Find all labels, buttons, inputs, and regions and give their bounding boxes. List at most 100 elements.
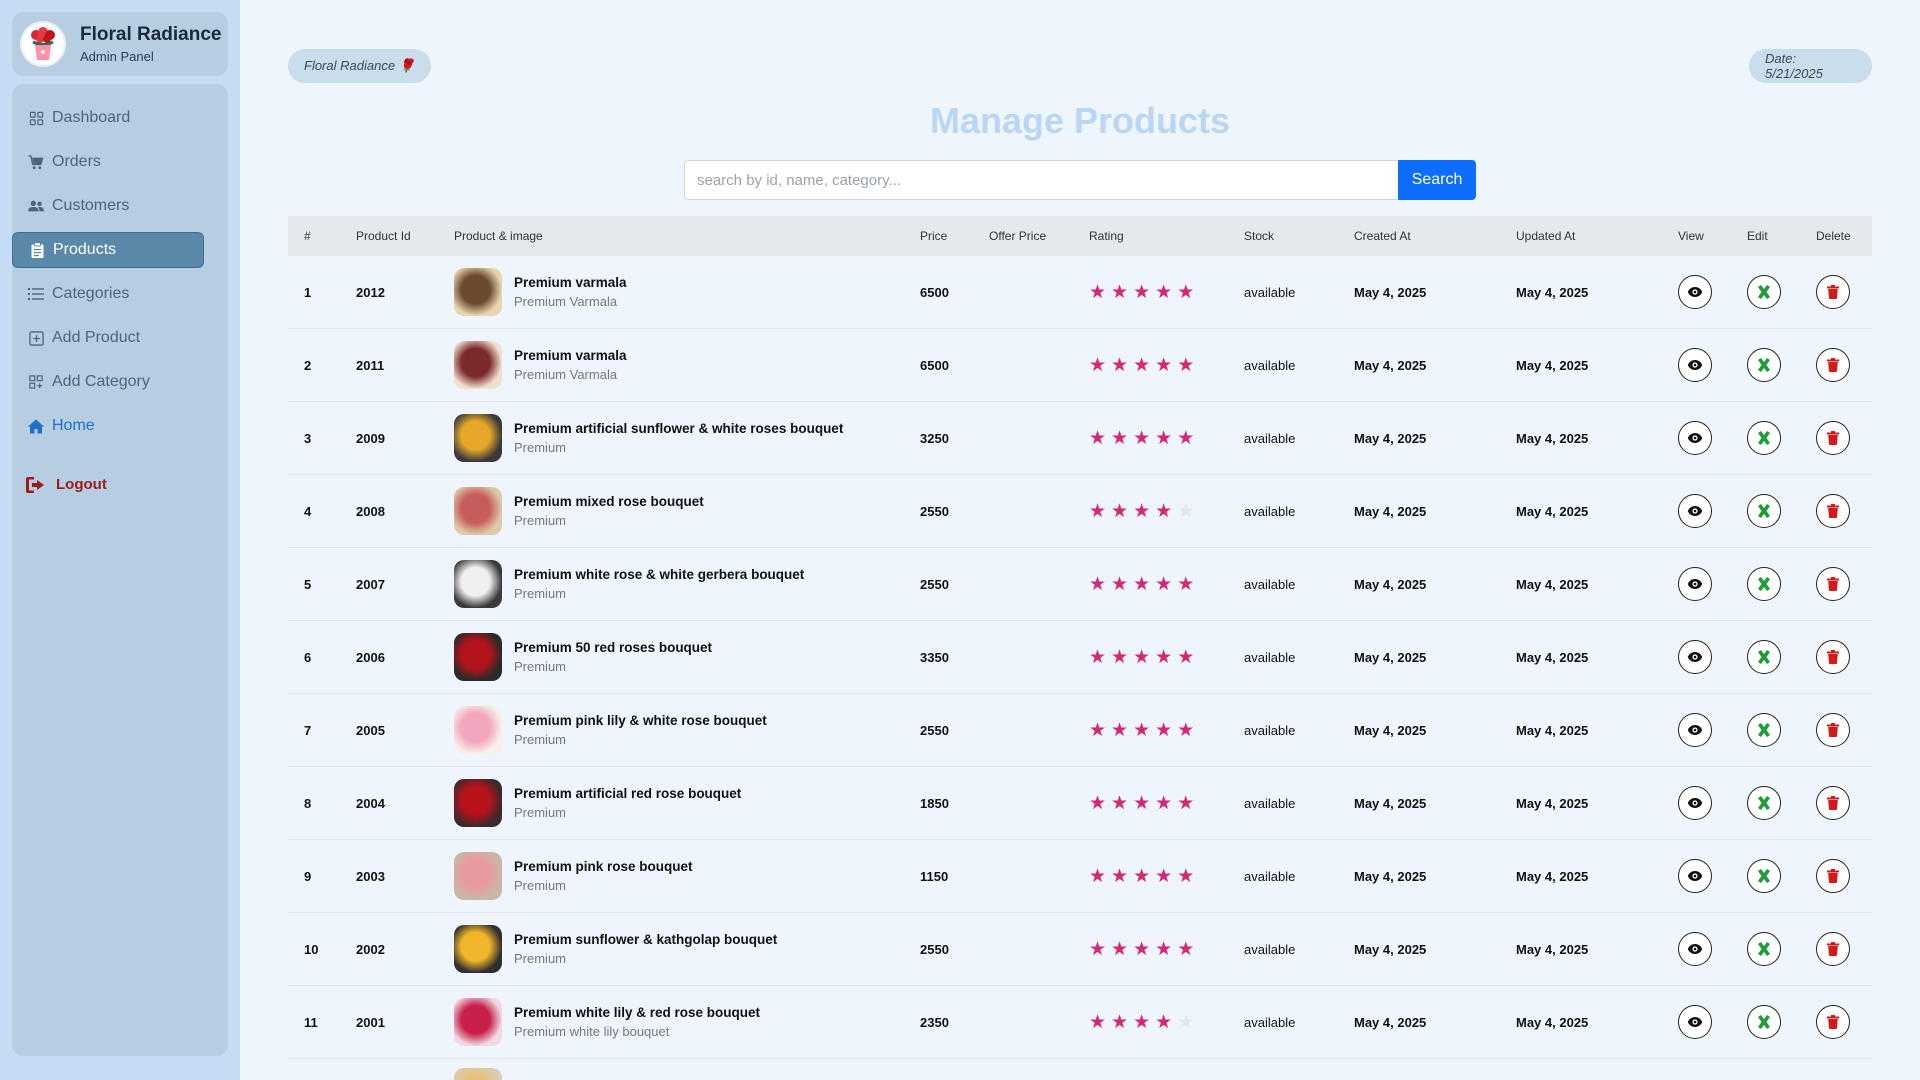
edit-button[interactable] — [1747, 421, 1781, 455]
edit-button[interactable] — [1747, 713, 1781, 747]
edit-icon — [1758, 577, 1770, 591]
view-button[interactable] — [1678, 494, 1712, 528]
star-icon: ★ — [1177, 354, 1195, 376]
nav-panel — [12, 84, 228, 1056]
sidebar-item-products[interactable]: Products — [12, 232, 204, 268]
product-price: 2350 — [920, 1014, 949, 1030]
star-icon: ★ — [1111, 938, 1129, 960]
view-button[interactable] — [1678, 348, 1712, 382]
product-category: Premium Varmala — [514, 367, 618, 382]
product-cell: Premium white lily & red rose bouquet Pre… — [454, 998, 920, 1046]
sidebar-item-home[interactable]: Home — [12, 408, 204, 444]
created-at: May 4, 2025 — [1354, 576, 1427, 592]
page-title: Manage Products — [929, 100, 1231, 141]
view-button[interactable] — [1678, 640, 1712, 674]
delete-button[interactable] — [1816, 713, 1850, 747]
row-number: 1 — [304, 284, 312, 300]
star-icon: ★ — [1111, 646, 1129, 668]
view-button[interactable] — [1678, 786, 1712, 820]
edit-button[interactable] — [1747, 1005, 1781, 1039]
sidebar-item-categories[interactable]: Categories — [12, 276, 204, 312]
edit-button[interactable] — [1747, 494, 1781, 528]
row-number: 10 — [304, 941, 319, 957]
sidebar-item-customers[interactable]: Customers — [12, 188, 204, 224]
delete-button[interactable] — [1816, 640, 1850, 674]
list-icon — [28, 286, 44, 302]
star-icon: ★ — [1155, 646, 1173, 668]
rating: ★ ★ ★ ★ ★ — [1089, 940, 1244, 959]
brand-pill: Floral Radiance 🌹 — [288, 49, 431, 83]
star-icon: ★ — [1133, 500, 1151, 522]
table-row: 9 2003 Premium pink rose bouquet Premium 115… — [288, 840, 1872, 913]
edit-button[interactable] — [1747, 348, 1781, 382]
delete-button[interactable] — [1816, 567, 1850, 601]
delete-button[interactable] — [1816, 494, 1850, 528]
edit-button[interactable] — [1747, 640, 1781, 674]
product-id: 2002 — [356, 941, 385, 957]
product-id: 2011 — [356, 357, 385, 373]
created-at: May 4, 2025 — [1354, 503, 1427, 519]
eye-icon — [1687, 287, 1703, 297]
view-button[interactable] — [1678, 859, 1712, 893]
sidebar-item-add-category[interactable]: Add Category — [12, 364, 204, 400]
edit-button[interactable] — [1747, 932, 1781, 966]
edit-icon — [1758, 358, 1770, 372]
sidebar-item-add-product[interactable]: Add Product — [12, 320, 204, 356]
table-row: 6 2006 Premium 50 red roses bouquet Premium… — [288, 621, 1872, 694]
delete-button[interactable] — [1816, 1005, 1850, 1039]
column-header: # — [304, 229, 311, 243]
stock-status: available — [1244, 284, 1296, 300]
edit-icon — [1758, 942, 1770, 956]
star-icon: ★ — [1155, 938, 1173, 960]
product-image — [454, 268, 502, 316]
rating: ★ ★ ★ ★ ★ — [1089, 1013, 1244, 1032]
view-button[interactable] — [1678, 275, 1712, 309]
delete-button[interactable] — [1816, 348, 1850, 382]
rating: ★ ★ ★ ★ ★ — [1089, 867, 1244, 886]
product-id: 2001 — [356, 1014, 385, 1030]
view-button[interactable] — [1678, 1005, 1712, 1039]
view-button[interactable] — [1678, 932, 1712, 966]
updated-at: May 4, 2025 — [1516, 284, 1589, 300]
star-icon: ★ — [1133, 1011, 1151, 1033]
view-button[interactable] — [1678, 421, 1712, 455]
edit-button[interactable] — [1747, 567, 1781, 601]
edit-button[interactable] — [1747, 275, 1781, 309]
sidebar-item-label: Categories — [52, 285, 130, 302]
search-input[interactable] — [684, 160, 1398, 200]
edit-icon — [1758, 650, 1770, 664]
sidebar-item-label: Products — [53, 241, 117, 258]
eye-icon — [1687, 433, 1703, 443]
sidebar-item-label: Orders — [52, 153, 101, 170]
delete-button[interactable] — [1816, 421, 1850, 455]
search-bar: Search — [684, 160, 1476, 200]
product-image — [454, 633, 502, 681]
logout-button[interactable]: Logout — [26, 476, 107, 493]
sidebar-item-orders[interactable]: Orders — [12, 144, 204, 180]
delete-button[interactable] — [1816, 786, 1850, 820]
star-icon: ★ — [1155, 500, 1173, 522]
product-price: 1850 — [920, 795, 949, 811]
product-cell: Premium varmala Premium Varmala — [454, 268, 920, 316]
updated-at: May 4, 2025 — [1516, 941, 1589, 957]
delete-button[interactable] — [1816, 859, 1850, 893]
delete-button[interactable] — [1816, 275, 1850, 309]
star-icon: ★ — [1133, 719, 1151, 741]
row-number: 2 — [304, 357, 312, 373]
edit-button[interactable] — [1747, 786, 1781, 820]
updated-at: May 4, 2025 — [1516, 503, 1589, 519]
star-icon: ★ — [1111, 719, 1129, 741]
view-button[interactable] — [1678, 567, 1712, 601]
table-row: 10 2002 Premium sunflower & kathgolap bouq… — [288, 913, 1872, 986]
stock-status: available — [1244, 503, 1296, 519]
edit-button[interactable] — [1747, 859, 1781, 893]
delete-button[interactable] — [1816, 932, 1850, 966]
brand-card: Floral Radiance Admin Panel — [12, 12, 228, 76]
star-icon: ★ — [1155, 1011, 1173, 1033]
view-button[interactable] — [1678, 713, 1712, 747]
product-image — [454, 1068, 502, 1080]
search-button[interactable]: Search — [1398, 160, 1476, 200]
star-icon: ★ — [1133, 865, 1151, 887]
product-category: Premium — [514, 513, 567, 528]
eye-icon — [1687, 360, 1703, 370]
